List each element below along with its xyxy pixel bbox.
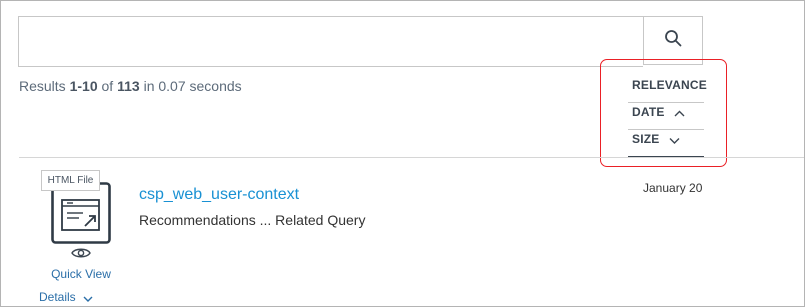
details-toggle[interactable]: Details bbox=[39, 290, 93, 305]
results-summary: Results 1-10 of 113 in 0.07 seconds bbox=[19, 78, 242, 94]
sort-separator bbox=[628, 102, 704, 103]
search-button[interactable] bbox=[643, 16, 703, 65]
eye-icon bbox=[71, 246, 91, 265]
quick-view-label: Quick View bbox=[51, 267, 111, 281]
sort-relevance[interactable]: RELEVANCE bbox=[632, 78, 707, 92]
file-type-label: HTML File bbox=[47, 175, 94, 186]
search-box bbox=[18, 16, 643, 67]
sort-date[interactable]: DATE bbox=[632, 105, 685, 120]
results-divider bbox=[19, 157, 804, 158]
quick-view-button[interactable]: Quick View bbox=[49, 246, 113, 281]
chevron-down-icon bbox=[669, 133, 680, 147]
chevron-down-icon bbox=[83, 291, 93, 305]
summary-range-end: 10 bbox=[82, 78, 98, 94]
search-icon bbox=[664, 29, 682, 52]
summary-prefix: Results bbox=[19, 78, 70, 94]
search-results-panel: Results 1-10 of 113 in 0.07 seconds RELE… bbox=[0, 0, 805, 307]
summary-time: in 0.07 seconds bbox=[139, 78, 242, 94]
sort-separator bbox=[628, 129, 704, 130]
html-file-icon[interactable] bbox=[51, 182, 111, 244]
search-input[interactable] bbox=[19, 17, 643, 66]
sort-size[interactable]: SIZE bbox=[632, 132, 680, 147]
result-date: January 20 bbox=[643, 181, 703, 195]
file-type-badge: HTML File bbox=[41, 170, 100, 191]
summary-of: of bbox=[97, 78, 118, 94]
result-title-link[interactable]: csp_web_user-context bbox=[139, 186, 299, 204]
result-excerpt: Recommendations ... Related Query bbox=[139, 212, 366, 228]
sort-date-label: DATE bbox=[632, 105, 665, 119]
details-label: Details bbox=[39, 290, 76, 304]
chevron-up-icon bbox=[674, 106, 685, 120]
sort-size-label: SIZE bbox=[632, 132, 660, 146]
sort-relevance-label: RELEVANCE bbox=[632, 78, 707, 92]
summary-total: 113 bbox=[117, 78, 140, 94]
